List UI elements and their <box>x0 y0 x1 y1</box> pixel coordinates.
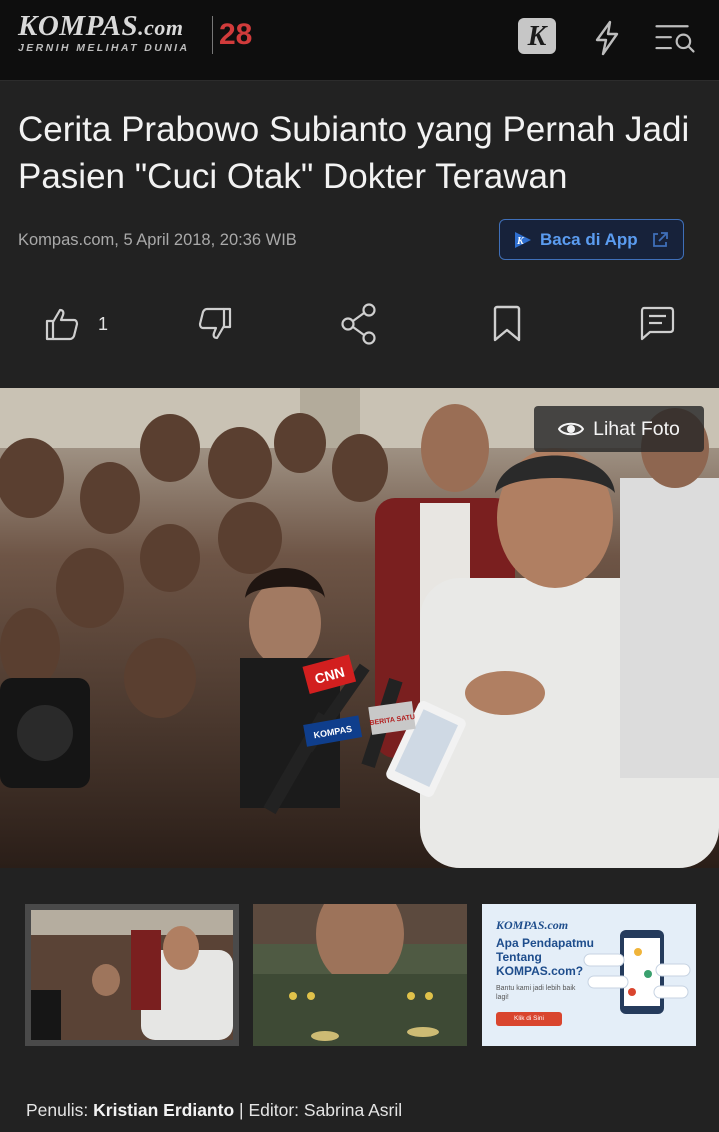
article-credits: Penulis: Kristian Erdianto | Editor: Sab… <box>26 1100 402 1121</box>
promo-subtitle: Bantu kami jadi lebih baik lagi! <box>496 985 576 1001</box>
share-icon <box>341 303 376 345</box>
writer-label: Penulis: <box>26 1100 89 1120</box>
dislike-button[interactable] <box>197 300 233 348</box>
comment-icon <box>640 306 675 341</box>
thumb-photo-officer <box>253 904 467 1046</box>
credit-separator: | <box>239 1100 244 1120</box>
crowd-photo-illustration: CNN KOMPAS BERITA SATU <box>0 388 719 868</box>
article-photo[interactable]: CNN KOMPAS BERITA SATU <box>0 388 719 868</box>
view-photo-label: Lihat Foto <box>593 417 680 440</box>
menu-search-icon[interactable] <box>654 18 696 58</box>
bookmark-icon <box>493 305 521 342</box>
svg-text:K: K <box>516 236 525 247</box>
bookmark-button[interactable] <box>490 300 524 348</box>
read-in-app-button[interactable]: K Baca di App <box>499 219 684 260</box>
read-in-app-label: Baca di App <box>540 229 638 249</box>
promo-logo: KOMPAS.com <box>496 918 569 932</box>
like-button[interactable]: 1 <box>44 300 108 348</box>
article-actions: 1 <box>0 300 719 350</box>
like-count: 1 <box>98 313 109 334</box>
editor-label: Editor: <box>248 1100 300 1120</box>
thumbs-down-icon <box>198 307 232 340</box>
lightning-icon[interactable] <box>586 18 628 58</box>
top-bar: KOMPAS.com JERNIH MELIHAT DUNIA 28 K <box>0 0 719 81</box>
promo-button[interactable]: Klik di Sini <box>496 1012 562 1026</box>
share-button[interactable] <box>340 300 378 348</box>
thumbs-up-icon <box>45 308 79 341</box>
kompas-k-icon[interactable]: K <box>518 18 556 54</box>
kompas-app-icon: K <box>515 231 531 248</box>
anniversary-badge: 28 <box>212 16 252 54</box>
eye-icon <box>558 422 585 436</box>
gallery-thumb-survey-promo[interactable]: KOMPAS.com Apa Pendapatmu Tentang KOMPAS… <box>482 904 696 1046</box>
editor-name: Sabrina Asril <box>303 1100 403 1120</box>
gallery-thumb-2[interactable] <box>253 904 467 1046</box>
comment-button[interactable] <box>638 300 676 348</box>
external-link-icon <box>653 231 668 247</box>
thumb-photo-crowd <box>31 910 233 1040</box>
logo-tagline: JERNIH MELIHAT DUNIA <box>18 42 190 54</box>
logo-wordmark: KOMPAS.com <box>18 10 184 42</box>
gallery-thumb-1[interactable] <box>25 904 239 1046</box>
phone-illustration <box>583 930 691 1014</box>
view-photo-button[interactable]: Lihat Foto <box>534 406 704 452</box>
writer-name[interactable]: Kristian Erdianto <box>93 1100 234 1120</box>
article-title: Cerita Prabowo Subianto yang Pernah Jadi… <box>18 110 690 196</box>
article-byline: Kompas.com, 5 April 2018, 20:36 WIB <box>18 231 297 249</box>
kompas-logo[interactable]: KOMPAS.com JERNIH MELIHAT DUNIA <box>18 10 189 54</box>
